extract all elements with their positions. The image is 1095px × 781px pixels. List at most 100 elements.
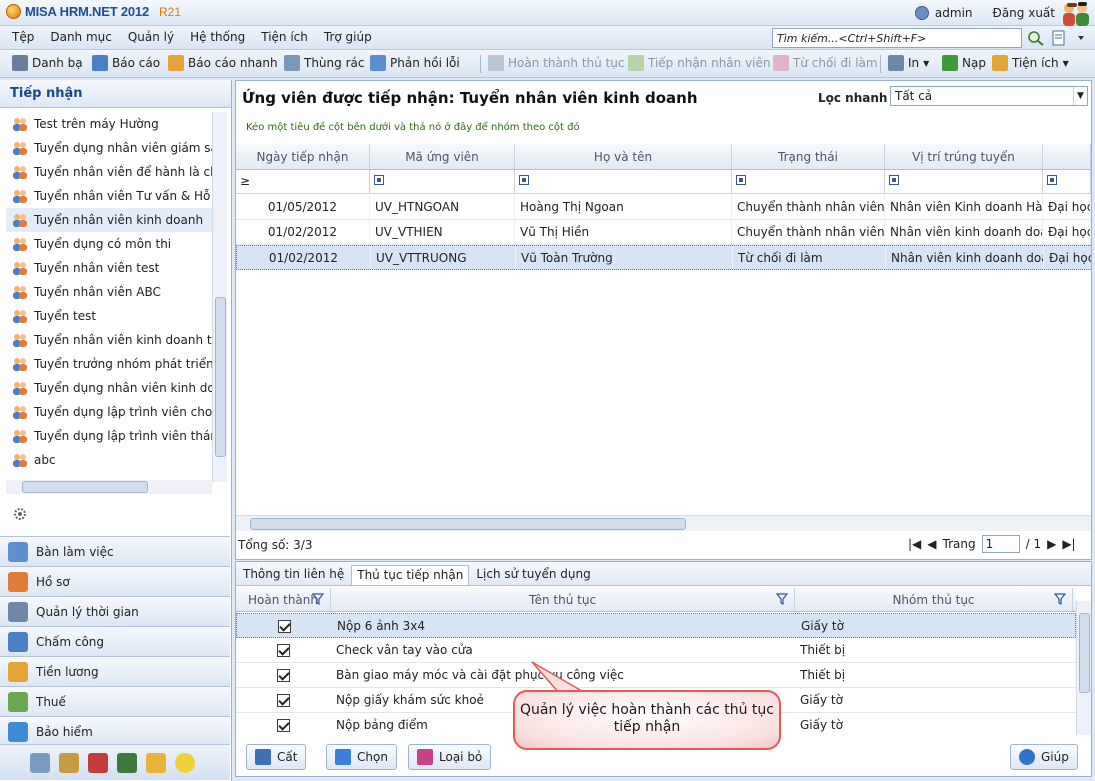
col-ma-ung-vien[interactable]: Mã ứng viên <box>370 144 515 169</box>
table-row[interactable]: 01/02/2012 UV_VTTRUONG Vũ Toàn Trường Từ ch… <box>236 245 1091 270</box>
page-input[interactable]: 1 <box>981 535 1020 553</box>
menu-tro-giup[interactable]: Trợ giúp <box>316 30 380 44</box>
filter-icon[interactable] <box>519 175 529 185</box>
gift-icon[interactable] <box>88 752 108 773</box>
filter-funnel-icon[interactable] <box>776 593 788 605</box>
tree-item[interactable]: Tuyển dụng có môn thi <box>6 232 212 256</box>
search-icon[interactable] <box>1026 29 1046 47</box>
quick-filter-select[interactable]: Tất cả ▼ <box>890 86 1088 106</box>
nav-module[interactable]: Tiền lương <box>0 656 230 686</box>
left-horizontal-scrollbar[interactable] <box>6 480 212 494</box>
col-ngay-tiep-nhan[interactable]: Ngày tiếp nhận <box>236 144 370 169</box>
procedure-row[interactable]: Bàn giao máy móc và cài đặt phục vụ công… <box>236 663 1076 688</box>
remove-button[interactable]: Loại bỏ <box>408 744 492 770</box>
nav-module[interactable]: Bảo hiểm <box>0 716 230 746</box>
checkbox-checked-icon[interactable] <box>278 620 291 633</box>
tab-contact-info[interactable]: Thông tin liên hệ <box>238 565 349 585</box>
checkbox-checked-icon[interactable] <box>277 669 290 682</box>
nav-module[interactable]: Bàn làm việc <box>0 536 230 566</box>
first-page-icon[interactable]: |◀ <box>908 537 921 551</box>
tree-item[interactable]: Tuyển dụng nhân viên giám sát c <box>6 136 212 160</box>
scroll-thumb[interactable] <box>250 518 686 530</box>
procedure-vertical-scrollbar[interactable] <box>1076 601 1091 735</box>
hoan-thanh-thu-tuc-button[interactable]: Hoàn thành thủ tục <box>488 55 624 71</box>
table-row[interactable]: 01/02/2012 UV_VTHIEN Vũ Thị Hiền Chuyển thà… <box>236 220 1091 245</box>
menu-tien-ich[interactable]: Tiện ích <box>253 30 316 44</box>
col-nhom-thu-tuc[interactable]: Nhóm thủ tục <box>795 588 1073 611</box>
filter-date[interactable]: ≥ <box>236 170 370 193</box>
tree-item[interactable]: Tuyển nhân viên Tư vấn & Hỗ trợ <box>6 184 212 208</box>
filter-icon[interactable] <box>374 175 384 185</box>
filter-funnel-icon[interactable] <box>312 593 324 605</box>
bao-cao-nhanh-button[interactable]: Báo cáo nhanh <box>168 55 278 71</box>
filter-icon[interactable] <box>889 175 899 185</box>
phan-hoi-loi-button[interactable]: Phản hồi lỗi <box>370 55 460 71</box>
tree-item[interactable]: Test trên máy Hường <box>6 112 212 136</box>
filter-trang-thai[interactable] <box>732 170 885 193</box>
filter-icon[interactable] <box>1047 175 1057 185</box>
left-vertical-scrollbar[interactable] <box>212 112 227 482</box>
done-cell[interactable] <box>236 713 331 735</box>
print-button[interactable]: In ▼ <box>888 55 929 71</box>
star-icon[interactable] <box>146 752 166 773</box>
tree-item[interactable]: abc <box>6 448 212 472</box>
tree-item[interactable]: Tuyển dụng lập trình viên cho TT <box>6 400 212 424</box>
scroll-thumb[interactable] <box>1079 613 1090 693</box>
scroll-thumb[interactable] <box>215 297 226 457</box>
next-page-icon[interactable]: ▶ <box>1047 537 1056 551</box>
done-cell[interactable] <box>236 638 331 662</box>
procedure-row[interactable]: Nộp 6 ảnh 3x4 Giấy tờ <box>236 613 1076 638</box>
hazard-icon[interactable] <box>175 752 195 773</box>
gear-icon[interactable] <box>12 506 28 522</box>
last-page-icon[interactable]: ▶| <box>1062 537 1075 551</box>
tree-item[interactable]: Tuyển dụng nhân viên kinh doan <box>6 376 212 400</box>
grid-horizontal-scrollbar[interactable] <box>236 515 1091 531</box>
checkbox-checked-icon[interactable] <box>277 719 290 732</box>
menu-tep[interactable]: Tệp <box>4 30 42 44</box>
choose-button[interactable]: Chọn <box>326 744 397 770</box>
done-cell[interactable] <box>236 688 331 712</box>
col-ho-ten[interactable]: Họ và tên <box>515 144 732 169</box>
tree-item[interactable]: Tuyển dụng lập trình viên tháng <box>6 424 212 448</box>
chevron-down-icon[interactable]: ▼ <box>1073 87 1087 105</box>
bao-cao-button[interactable]: Báo cáo <box>92 55 160 71</box>
col-extra[interactable] <box>1043 144 1091 169</box>
tree-item[interactable]: Tuyển nhân viên để hành là chín <box>6 160 212 184</box>
tiep-nhan-nhan-vien-button[interactable]: Tiếp nhận nhân viên <box>628 55 771 71</box>
menu-quan-ly[interactable]: Quản lý <box>120 30 182 44</box>
col-ten-thu-tuc[interactable]: Tên thủ tục <box>331 588 795 611</box>
danh-ba-button[interactable]: Danh bạ <box>12 55 83 71</box>
filter-icon[interactable] <box>736 175 746 185</box>
tree-item[interactable]: Tuyển nhân viên kinh doanh thá <box>6 328 212 352</box>
scale-icon[interactable] <box>59 752 79 773</box>
nav-module[interactable]: Chấm công <box>0 626 230 656</box>
menu-danh-muc[interactable]: Danh mục <box>42 30 120 44</box>
board-icon[interactable] <box>117 752 137 773</box>
tu-choi-di-lam-button[interactable]: Từ chối đi làm <box>773 55 878 71</box>
menu-he-thong[interactable]: Hệ thống <box>182 30 253 44</box>
tree-item[interactable]: Tuyển nhân viên kinh doanh <box>6 208 212 232</box>
table-row[interactable]: 01/05/2012 UV_HTNGOAN Hoàng Thị Ngoan Chuyể… <box>236 195 1091 220</box>
username[interactable]: admin <box>935 6 973 20</box>
checkbox-checked-icon[interactable] <box>277 644 290 657</box>
save-button[interactable]: Cất <box>246 744 307 770</box>
done-cell[interactable] <box>236 663 331 687</box>
col-hoan-thanh[interactable]: Hoàn thành <box>236 588 331 611</box>
tab-recruit-history[interactable]: Lịch sử tuyển dụng <box>471 565 595 585</box>
tree-item[interactable]: Tuyển test <box>6 304 212 328</box>
tab-procedures[interactable]: Thủ tục tiếp nhận <box>351 565 470 585</box>
nav-module[interactable]: Hồ sơ <box>0 566 230 596</box>
filter-ma[interactable] <box>370 170 515 193</box>
checkbox-checked-icon[interactable] <box>277 694 290 707</box>
tree-item[interactable]: Tuyển nhân viên test <box>6 256 212 280</box>
help-button[interactable]: Giúp <box>1010 744 1078 770</box>
search-input[interactable]: Tìm kiếm...<Ctrl+Shift+F> <box>772 28 1022 48</box>
reload-button[interactable]: Nạp <box>942 55 986 71</box>
tree-item[interactable]: Tuyển nhân viên ABC <box>6 280 212 304</box>
prev-page-icon[interactable]: ◀ <box>927 537 936 551</box>
col-trang-thai[interactable]: Trạng thái <box>732 144 885 169</box>
nav-module[interactable]: Quản lý thời gian <box>0 596 230 626</box>
done-cell[interactable] <box>237 614 332 637</box>
thung-rac-button[interactable]: Thùng rác <box>284 55 364 71</box>
utilities-button[interactable]: Tiện ích ▼ <box>992 55 1069 71</box>
